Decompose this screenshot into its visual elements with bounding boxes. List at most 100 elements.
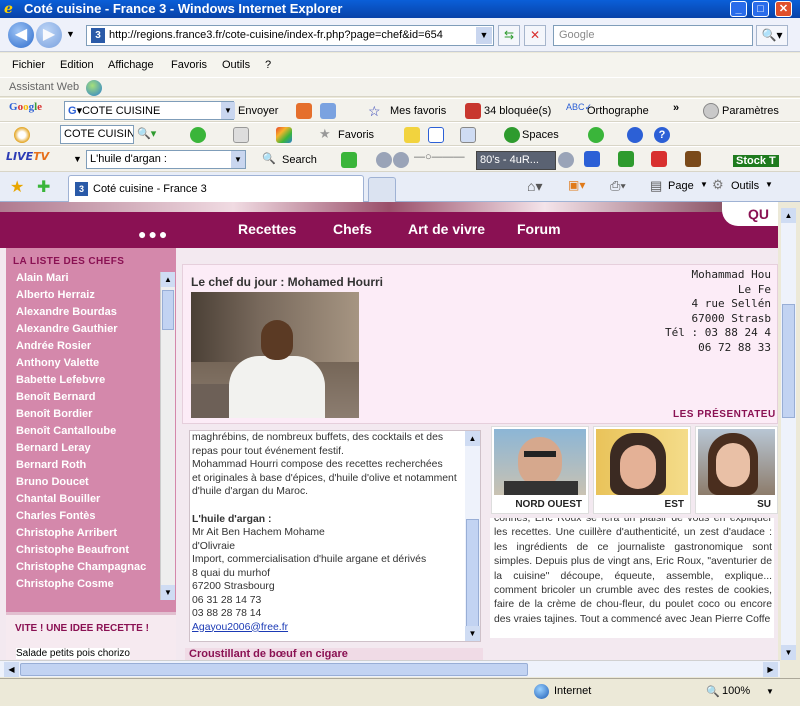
stop-button[interactable]: ✕	[524, 25, 546, 46]
nav-recettes[interactable]: Recettes	[238, 221, 296, 237]
menu-outils[interactable]: Outils	[222, 59, 250, 71]
menu-help[interactable]: ?	[265, 59, 271, 71]
maximize-button[interactable]: □	[752, 1, 769, 17]
screen-green-icon[interactable]	[618, 151, 634, 167]
chef-link[interactable]: Chantal Bouiller	[16, 493, 162, 510]
chef-link[interactable]: Benoît Cantalloube	[16, 425, 162, 442]
search-button[interactable]: 🔍▾	[756, 25, 788, 46]
zoom-icon[interactable]: 🔍	[706, 685, 720, 698]
address-bar[interactable]: 3 http://regions.france3.fr/cote-cuisine…	[86, 25, 494, 46]
chefs-list-scrollbar[interactable]: ▲ ▼	[160, 272, 175, 600]
add-favorite-icon[interactable]: ✚	[37, 177, 50, 197]
butterfly-icon[interactable]	[14, 127, 30, 143]
globe-icon[interactable]	[86, 80, 102, 96]
refresh-button[interactable]: ⇆	[498, 25, 520, 46]
chef-link[interactable]: Bernard Leray	[16, 442, 162, 459]
scroll-thumb[interactable]	[466, 519, 479, 629]
scroll-up-icon[interactable]: ▲	[465, 431, 480, 446]
scroll-down-icon[interactable]: ▼	[781, 645, 796, 660]
header-corner-badge[interactable]: QU	[722, 202, 778, 226]
prev-track-icon[interactable]	[376, 152, 392, 168]
chef-link[interactable]: Alberto Herraiz	[16, 289, 162, 306]
presenter-card-est[interactable]: EST	[593, 426, 691, 514]
bio-scrollbar[interactable]: ▲ ▼	[465, 431, 480, 641]
help-icon[interactable]: ?	[654, 127, 670, 143]
chef-link[interactable]: Christophe Arribert	[16, 527, 162, 544]
scroll-down-icon[interactable]: ▼	[161, 585, 175, 600]
spaces-icon[interactable]	[504, 127, 520, 143]
envoyer-button[interactable]: Envoyer	[238, 105, 278, 117]
highlight-icon[interactable]	[341, 152, 357, 168]
chef-link[interactable]: Christophe Champagnac	[16, 561, 162, 578]
search-input[interactable]: Google	[553, 25, 753, 46]
favoris-star-icon[interactable]: ★	[319, 126, 331, 142]
zoom-level[interactable]: 100%	[722, 685, 750, 697]
chef-link[interactable]: Alain Mari	[16, 272, 162, 289]
print-icon[interactable]: ⎙▾	[610, 178, 626, 194]
messenger-icon[interactable]	[588, 127, 604, 143]
presenter-card-sud[interactable]: SU	[695, 426, 778, 514]
google-query-dropdown-icon[interactable]: ▼	[221, 102, 235, 119]
home-icon[interactable]: ⌂▾	[527, 178, 542, 195]
minimize-button[interactable]: _	[730, 1, 747, 17]
more-chevron-icon[interactable]: »	[673, 102, 679, 114]
close-button[interactable]: ✕	[775, 1, 792, 17]
livetv-dropdown-icon[interactable]: ▼	[73, 154, 82, 164]
security-zone[interactable]: Internet	[554, 685, 591, 697]
outils-menu-arrow-icon[interactable]: ▼	[765, 180, 773, 189]
chef-link[interactable]: Christophe Cosme	[16, 578, 162, 595]
spaces-button[interactable]: Spaces	[522, 129, 559, 141]
livetv-search-button[interactable]: Search	[282, 154, 317, 166]
chef-link[interactable]: Charles Fontès	[16, 510, 162, 527]
scroll-up-icon[interactable]: ▲	[781, 208, 796, 223]
google-search-input[interactable]: G▾COTE CUISINE	[64, 101, 234, 120]
parametres-button[interactable]: Paramètres	[722, 105, 779, 117]
scroll-right-icon[interactable]: ▶	[763, 662, 778, 677]
chef-link[interactable]: Alexandre Gauthier	[16, 323, 162, 340]
popup-blocker-icon[interactable]	[465, 103, 481, 119]
msn-search-button-icon[interactable]: 🔍▾	[137, 127, 156, 140]
menu-edition[interactable]: Edition	[60, 59, 94, 71]
chef-link[interactable]: Christophe Beaufront	[16, 544, 162, 561]
star-icon[interactable]: ☆	[368, 103, 381, 120]
new-tab-button[interactable]	[368, 177, 396, 202]
blocked-count[interactable]: 34 bloquée(s)	[484, 105, 551, 117]
scroll-down-icon[interactable]: ▼	[465, 626, 480, 641]
scroll-up-icon[interactable]: ▲	[161, 272, 175, 287]
orthographe-button[interactable]: Orthographe	[587, 105, 649, 117]
chef-link[interactable]: Alexandre Bourdas	[16, 306, 162, 323]
msn-search-input[interactable]: COTE CUISINE	[60, 125, 134, 144]
livetv-search-input[interactable]: L'huile d'argan :	[86, 150, 246, 169]
stock-ticker[interactable]: Stock T	[733, 155, 779, 167]
mes-favoris-button[interactable]: Mes favoris	[390, 105, 446, 117]
page-menu[interactable]: Page	[668, 180, 694, 192]
forward-button[interactable]: ▶	[36, 22, 62, 48]
livetv-input-dropdown-icon[interactable]: ▼	[231, 151, 245, 168]
play-icon[interactable]	[393, 152, 409, 168]
chef-link[interactable]: Anthony Valette	[16, 357, 162, 374]
page-vertical-scrollbar[interactable]: ▲ ▼	[781, 208, 796, 660]
tools-gear-icon[interactable]: ⚙	[712, 177, 724, 193]
history-dropdown-icon[interactable]: ▼	[66, 29, 75, 39]
settings-icon[interactable]	[703, 103, 719, 119]
email-link[interactable]: Agayou2006@free.fr	[192, 621, 464, 635]
bookmark-icon[interactable]	[296, 103, 312, 119]
pagerank-icon[interactable]	[320, 103, 336, 119]
favoris-button[interactable]: Favoris	[338, 129, 374, 141]
menu-favoris[interactable]: Favoris	[171, 59, 207, 71]
quick-recipe-item[interactable]: Salade petits pois chorizo	[16, 648, 130, 659]
nav-forum[interactable]: Forum	[517, 221, 561, 237]
chef-link[interactable]: Benoît Bordier	[16, 408, 162, 425]
back-button[interactable]: ◀	[8, 22, 34, 48]
pencil-icon[interactable]	[404, 127, 420, 143]
page-horizontal-scrollbar[interactable]: ◀ ▶	[0, 660, 780, 677]
address-url[interactable]: http://regions.france3.fr/cote-cuisine/i…	[109, 29, 443, 41]
scroll-thumb[interactable]	[162, 290, 174, 330]
chef-link[interactable]: Benoît Bernard	[16, 391, 162, 408]
chef-link[interactable]: Bruno Doucet	[16, 476, 162, 493]
edit-icon[interactable]	[428, 127, 444, 143]
tab-cote-cuisine[interactable]: 3 Coté cuisine - France 3	[68, 175, 364, 202]
radio-station[interactable]: 80's - 4uR...	[476, 151, 556, 170]
page-icon[interactable]: ▤	[650, 178, 662, 194]
zoom-dropdown-icon[interactable]: ▼	[766, 687, 774, 696]
